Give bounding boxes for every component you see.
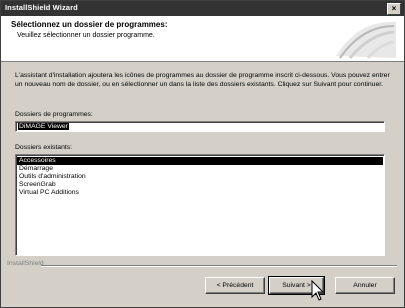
header-panel: Sélectionnez un dossier de programmes: V… bbox=[1, 16, 404, 62]
swoosh-graphic-icon bbox=[336, 21, 396, 59]
existing-folders-label: Dossiers existants: bbox=[15, 144, 73, 151]
back-button[interactable]: < Précédent bbox=[205, 277, 265, 294]
list-item[interactable]: Outils d'administration bbox=[17, 173, 383, 181]
window-title: InstallShield Wizard bbox=[5, 3, 78, 12]
list-item[interactable]: Démarrage bbox=[17, 165, 383, 173]
title-bar[interactable]: InstallShield Wizard × bbox=[1, 1, 404, 16]
cancel-button[interactable]: Annuler bbox=[335, 277, 395, 294]
instructions-text: L'assistant d'installation ajoutera les … bbox=[15, 72, 390, 88]
mouse-pointer-icon bbox=[311, 280, 325, 301]
list-item[interactable]: Virtual PC Additions bbox=[17, 189, 383, 197]
existing-folders-list[interactable]: Accessoires Démarrage Outils d'administr… bbox=[15, 154, 385, 256]
program-folder-input[interactable]: DiMAGE Viewer bbox=[15, 121, 385, 132]
program-folder-label: Dossiers de programmes: bbox=[15, 111, 93, 118]
program-folder-value: DiMAGE Viewer bbox=[18, 123, 69, 130]
header-subtitle: Veuillez sélectionner un dossier program… bbox=[17, 32, 155, 39]
close-icon: × bbox=[391, 4, 397, 13]
list-item[interactable]: Accessoires bbox=[17, 157, 383, 165]
installshield-wizard-window: InstallShield Wizard × Sélectionnez un d… bbox=[0, 0, 405, 308]
footer-divider bbox=[41, 265, 397, 267]
header-title: Sélectionnez un dossier de programmes: bbox=[11, 20, 168, 29]
list-item[interactable]: ScreenGrab bbox=[17, 181, 383, 189]
footer-brand-row: InstallShield bbox=[3, 260, 401, 270]
installshield-brand: InstallShield bbox=[7, 260, 44, 267]
close-button[interactable]: × bbox=[387, 3, 401, 15]
